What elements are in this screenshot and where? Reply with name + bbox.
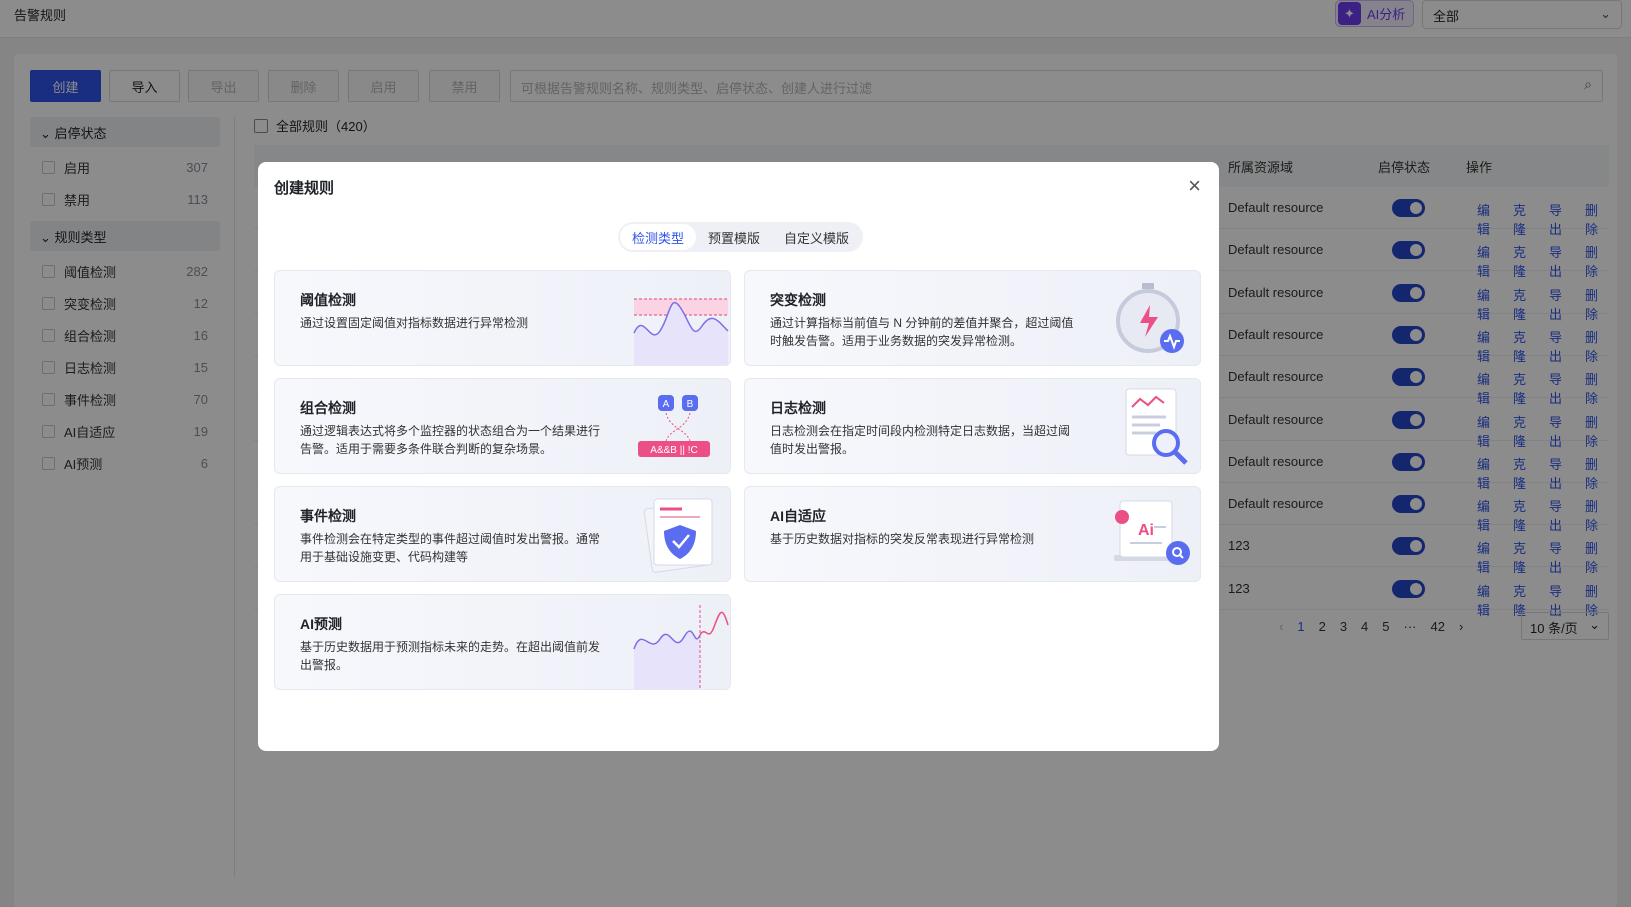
forecast-chart-icon xyxy=(633,605,729,689)
card-desc: 基于历史数据用于预测指标未来的走势。在超出阈值前发出警报。 xyxy=(300,640,601,672)
tab-custom-template[interactable]: 自定义模版 xyxy=(772,224,861,250)
card-desc: 通过计算指标当前值与 N 分钟前的差值并聚合，超过阈值时触发告警。适用于业务数据… xyxy=(770,316,1074,348)
tab-preset-template[interactable]: 预置模版 xyxy=(696,224,772,250)
ai-document-icon: Ai xyxy=(1114,500,1190,565)
svg-text:A: A xyxy=(663,399,670,410)
card-log[interactable]: 日志检测 日志检测会在指定时间段内检测特定日志数据，当超过阈值时发出警报。 xyxy=(744,378,1201,474)
threshold-chart-icon xyxy=(633,298,729,365)
stopwatch-icon xyxy=(1116,283,1184,353)
modal-title: 创建规则 xyxy=(274,180,335,197)
card-desc: 事件检测会在特定类型的事件超过阈值时发出警报。通常用于基础设施变更、代码构建等 xyxy=(300,532,601,564)
card-event[interactable]: 事件检测 事件检测会在特定类型的事件超过阈值时发出警报。通常用于基础设施变更、代… xyxy=(274,486,731,582)
card-title: AI自适应 xyxy=(770,508,826,524)
card-desc: 基于历史数据对指标的突发反常表现进行异常检测 xyxy=(770,532,1035,546)
close-icon[interactable]: × xyxy=(1188,173,1201,199)
card-title: 组合检测 xyxy=(300,400,356,416)
template-tabs: 检测类型 预置模版 自定义模版 xyxy=(618,222,864,252)
card-desc: 通过设置固定阈值对指标数据进行异常检测 xyxy=(300,316,529,330)
card-title: 事件检测 xyxy=(300,508,356,524)
card-desc: 通过逻辑表达式将多个监控器的状态组合为一个结果进行告警。适用于需要多条件联合判断… xyxy=(300,424,601,456)
card-title: 阈值检测 xyxy=(300,292,356,308)
card-ai-forecast[interactable]: AI预测 基于历史数据用于预测指标未来的走势。在超出阈值前发出警报。 xyxy=(274,594,731,690)
create-rule-modal: 创建规则 × 检测类型 预置模版 自定义模版 阈值检测 通过设置固定阈值对指标数… xyxy=(258,162,1219,751)
svg-text:Ai: Ai xyxy=(1138,522,1154,539)
log-search-icon xyxy=(1125,388,1188,465)
card-title: AI预测 xyxy=(300,616,342,632)
card-mutation[interactable]: 突变检测 通过计算指标当前值与 N 分钟前的差值并聚合，超过阈值时触发告警。适用… xyxy=(744,270,1201,366)
logic-combine-icon: A B A&&B || !C xyxy=(638,395,710,457)
card-combination[interactable]: 组合检测 通过逻辑表达式将多个监控器的状态组合为一个结果进行告警。适用于需要多条… xyxy=(274,378,731,474)
shield-icon xyxy=(643,498,713,573)
card-threshold[interactable]: 阈值检测 通过设置固定阈值对指标数据进行异常检测 xyxy=(274,270,731,366)
svg-text:A&&B || !C: A&&B || !C xyxy=(650,445,697,456)
card-ai-adaptive[interactable]: AI自适应 基于历史数据对指标的突发反常表现进行异常检测 Ai xyxy=(744,486,1201,582)
tab-detection-type[interactable]: 检测类型 xyxy=(620,224,697,250)
card-title: 日志检测 xyxy=(770,400,826,416)
svg-text:B: B xyxy=(687,399,694,410)
card-title: 突变检测 xyxy=(770,292,826,308)
card-desc: 日志检测会在指定时间段内检测特定日志数据，当超过阈值时发出警报。 xyxy=(770,424,1071,456)
